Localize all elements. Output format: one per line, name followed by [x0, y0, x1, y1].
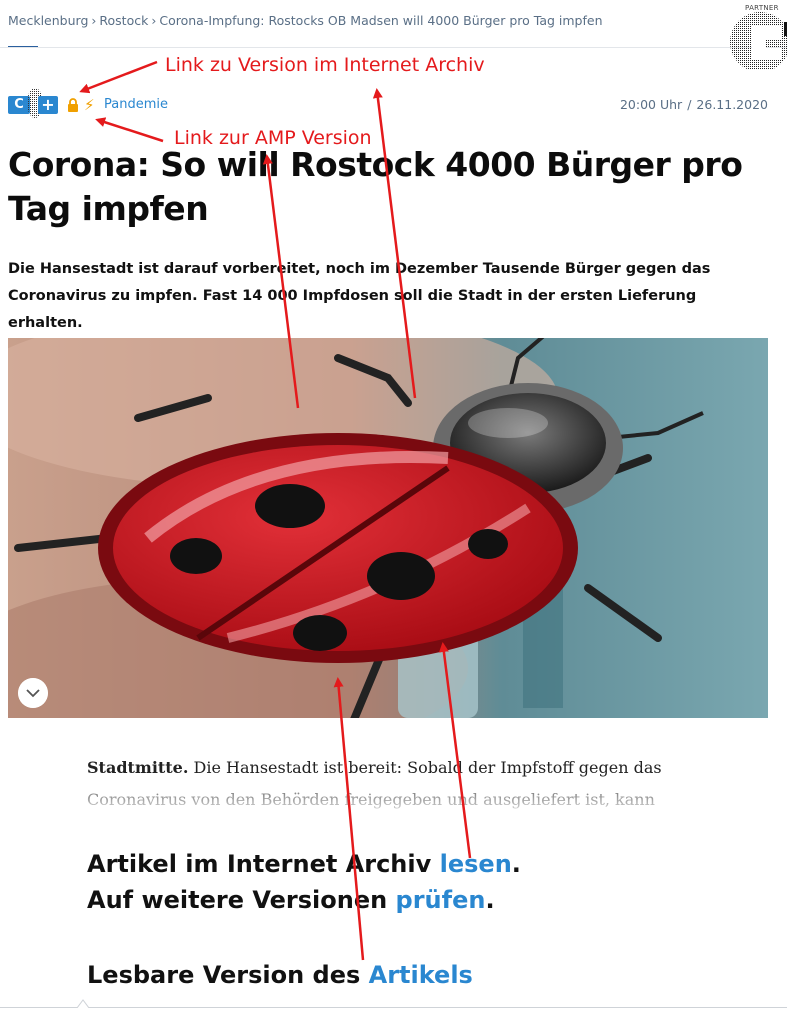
archive-read-link[interactable]: lesen	[440, 850, 512, 878]
lock-icon[interactable]	[67, 98, 79, 112]
article-headline: Corona: So will Rostock 4000 Bürger pro …	[8, 145, 743, 228]
date-separator: /	[687, 97, 692, 112]
publish-time: 20:00 Uhr	[619, 97, 683, 112]
publish-day: 26.11.2020	[696, 97, 768, 112]
archive-box: Artikel im Internet Archiv lesen. Auf we…	[87, 846, 521, 918]
chevron-down-icon[interactable]	[18, 678, 48, 708]
partner-logo-icon[interactable]	[722, 12, 787, 70]
lightning-icon[interactable]: ⚡	[84, 95, 95, 115]
body-lead: Stadtmitte.	[87, 758, 189, 777]
paywall-fade	[0, 780, 787, 820]
partner-label: PARTNER	[745, 4, 779, 12]
archive-line-2: Auf weitere Versionen prüfen.	[87, 882, 521, 918]
topic-link[interactable]: Pandemie	[104, 97, 168, 112]
header-divider	[0, 47, 787, 48]
breadcrumb: Mecklenburg › Rostock › Corona-Impfung: Rost…	[8, 13, 603, 28]
archive-line2-text: Auf weitere Versionen	[87, 886, 396, 914]
annotation-archive-note: Link zu Version im Internet Archiv	[165, 54, 485, 76]
archive-line1-text: Artikel im Internet Archiv	[87, 850, 440, 878]
bottom-divider	[0, 1007, 787, 1008]
publish-date: 20:00 Uhr / 26.11.2020	[620, 97, 768, 112]
breadcrumb-separator: ›	[91, 13, 97, 28]
breadcrumb-item-rostock[interactable]: Rostock	[99, 13, 148, 28]
plus-sign: +	[38, 96, 58, 114]
archive-line1-suffix: .	[511, 850, 521, 878]
ladybug-icon	[8, 338, 768, 718]
article-meta: C + ⚡ Pandemie 20:00 Uhr / 26.11.2020	[8, 88, 768, 118]
article-teaser: Die Hansestadt ist darauf vorbereitet, n…	[8, 261, 711, 331]
plus-badge[interactable]: C +	[8, 88, 58, 118]
readable-article-link[interactable]: Artikels	[369, 961, 473, 989]
archive-line-1: Artikel im Internet Archiv lesen.	[87, 846, 521, 882]
readable-version: Lesbare Version des Artikels	[87, 958, 473, 992]
breadcrumb-item-article[interactable]: Corona-Impfung: Rostocks OB Madsen will …	[159, 13, 602, 28]
article-image	[8, 338, 768, 718]
breadcrumb-separator: ›	[151, 13, 157, 28]
archive-line2-suffix: .	[485, 886, 495, 914]
breadcrumb-item-mecklenburg[interactable]: Mecklenburg	[8, 13, 88, 28]
annotation-amp-note: Link zur AMP Version	[174, 127, 372, 149]
bottom-notch	[77, 999, 89, 1008]
readable-text: Lesbare Version des	[87, 961, 369, 989]
archive-check-link[interactable]: prüfen	[396, 886, 486, 914]
